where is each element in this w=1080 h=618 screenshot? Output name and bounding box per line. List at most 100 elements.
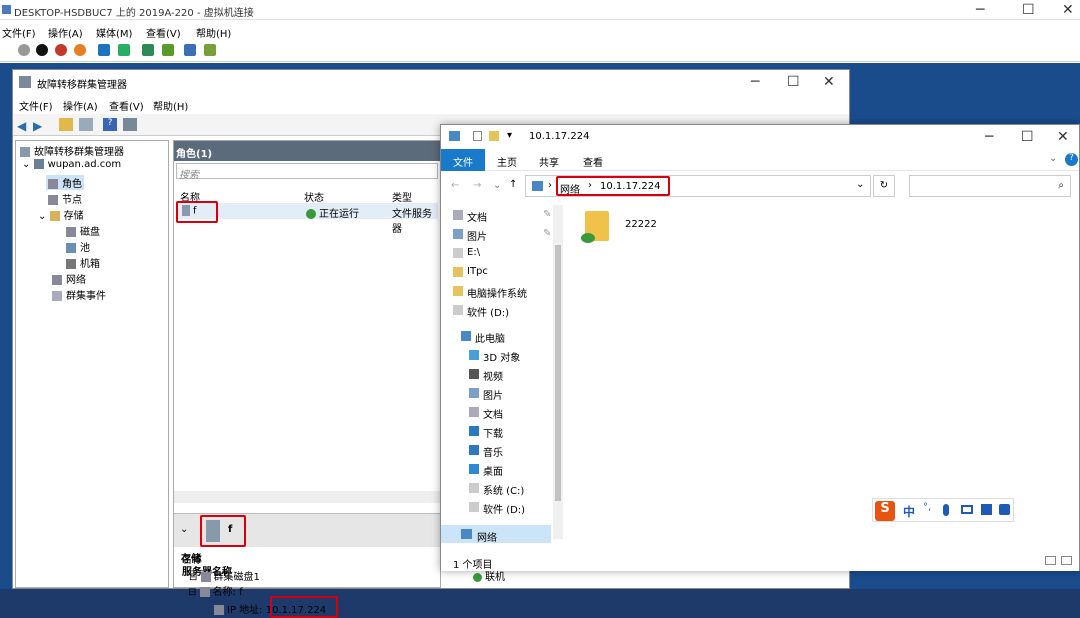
tree-item-networks[interactable]: 网络: [52, 271, 86, 286]
pin-icon[interactable]: ✎: [543, 228, 551, 239]
nav-item-music[interactable]: 音乐: [469, 444, 503, 459]
forward-icon[interactable]: ▶: [33, 119, 42, 133]
vm-menu-view[interactable]: 查看(V): [146, 25, 181, 40]
punctuation-icon[interactable]: °,: [923, 502, 931, 513]
tab-home[interactable]: 主页: [497, 154, 517, 169]
tab-file[interactable]: 文件: [441, 149, 485, 171]
microphone-icon[interactable]: [943, 504, 949, 516]
up-folder-icon[interactable]: [59, 118, 73, 131]
checkpoint-icon[interactable]: [142, 44, 154, 56]
scrollbar-thumb[interactable]: [555, 245, 561, 501]
forward-icon[interactable]: →: [473, 180, 481, 191]
enhanced-session-icon[interactable]: [184, 44, 196, 56]
collapse-icon[interactable]: ⊟: [189, 572, 201, 583]
tree-cluster[interactable]: ⌄ wupan.ad.com: [22, 159, 121, 170]
help-icon[interactable]: ?: [103, 118, 117, 131]
nav-item-documents-pc[interactable]: 文档: [469, 406, 503, 421]
expand-icon[interactable]: ⌄: [22, 159, 34, 170]
properties-icon[interactable]: [473, 131, 482, 141]
collapse-icon[interactable]: ⌄: [180, 524, 188, 535]
fcm-menu-view[interactable]: 查看(V): [109, 98, 144, 113]
tab-share[interactable]: 共享: [539, 154, 559, 169]
horizontal-scrollbar[interactable]: [174, 491, 440, 503]
nav-scrollbar[interactable]: [553, 205, 563, 539]
vm-close-button[interactable]: ✕: [1062, 2, 1074, 18]
fcm-maximize-button[interactable]: ☐: [787, 74, 800, 90]
refresh-icon[interactable]: ↻: [873, 175, 895, 197]
nav-item-downloads[interactable]: 下载: [469, 425, 503, 440]
shutdown-icon[interactable]: [55, 44, 67, 56]
tree-item-disks[interactable]: 磁盘: [66, 223, 100, 238]
vm-menu-action[interactable]: 操作(A): [48, 25, 83, 40]
nav-item-e-drive[interactable]: E:\: [453, 247, 480, 258]
vm-menu-file[interactable]: 文件(F): [2, 25, 36, 40]
expand-icon[interactable]: ⌄: [38, 211, 50, 222]
vm-menu-help[interactable]: 帮助(H): [196, 25, 231, 40]
pause-icon[interactable]: [98, 44, 110, 56]
tab-view[interactable]: 查看: [583, 154, 603, 169]
nav-item-pictures-pc[interactable]: 图片: [469, 387, 503, 402]
nav-item-videos[interactable]: 视频: [469, 368, 503, 383]
fcm-menu-help[interactable]: 帮助(H): [153, 98, 188, 113]
back-icon[interactable]: ◀: [17, 119, 26, 133]
new-folder-icon[interactable]: [489, 131, 499, 141]
nav-item-c-drive[interactable]: 系统 (C:): [469, 482, 524, 497]
address-dropdown-icon[interactable]: ⌄: [856, 179, 864, 190]
ribbon-expand-icon[interactable]: ⌄: [1049, 153, 1057, 164]
help-icon[interactable]: ?: [1065, 153, 1078, 166]
disk-row[interactable]: ⊟ 群集磁盘1: [189, 568, 260, 583]
sogou-logo-icon[interactable]: S: [875, 501, 895, 521]
share-icon[interactable]: [204, 44, 216, 56]
search-input[interactable]: 搜索: [176, 163, 438, 181]
details-view-icon[interactable]: [1045, 556, 1056, 565]
start-icon[interactable]: [118, 44, 130, 56]
nav-item-itpc[interactable]: ITpc: [453, 266, 488, 277]
recent-dropdown-icon[interactable]: ⌄: [493, 180, 501, 191]
revert-icon[interactable]: [162, 44, 174, 56]
nav-item-os[interactable]: 电脑操作系统: [453, 285, 527, 300]
console-tree-icon[interactable]: [79, 118, 93, 131]
tree-item-events[interactable]: 群集事件: [52, 287, 106, 302]
large-icons-view-icon[interactable]: [1061, 556, 1072, 565]
fcm-menu-file[interactable]: 文件(F): [19, 98, 53, 113]
quick-access-dropdown-icon[interactable]: ▾: [507, 130, 512, 141]
nav-item-documents[interactable]: 文档 ✎: [453, 209, 551, 224]
folder-item[interactable]: 22222: [581, 211, 661, 255]
nav-item-this-pc[interactable]: 此电脑: [461, 330, 505, 345]
explorer-close-button[interactable]: ✕: [1057, 129, 1069, 145]
nav-item-pictures[interactable]: 图片 ✎: [453, 228, 551, 243]
stop-icon[interactable]: [36, 44, 48, 56]
explorer-maximize-button[interactable]: ☐: [1021, 129, 1034, 145]
column-header-type[interactable]: 类型: [392, 189, 412, 204]
tree-item-pools[interactable]: 池: [66, 239, 90, 254]
nav-item-desktop[interactable]: 桌面: [469, 463, 503, 478]
column-header-status[interactable]: 状态: [304, 189, 324, 204]
search-input[interactable]: ⌕: [909, 175, 1071, 197]
fcm-menu-action[interactable]: 操作(A): [63, 98, 98, 113]
tree-item-storage[interactable]: ⌄ 存储: [38, 207, 84, 222]
back-icon[interactable]: ←: [451, 180, 459, 191]
fcm-close-button[interactable]: ✕: [823, 74, 835, 90]
skin-icon[interactable]: [981, 504, 992, 515]
toolbox-icon[interactable]: [999, 504, 1010, 515]
ime-mode-label[interactable]: 中: [903, 503, 915, 520]
tree-item-nodes[interactable]: 节点: [48, 191, 82, 206]
up-icon[interactable]: ↑: [509, 179, 517, 190]
vm-maximize-button[interactable]: ☐: [1022, 2, 1035, 18]
pin-icon[interactable]: ✎: [543, 209, 551, 220]
nav-item-d-drive-pc[interactable]: 软件 (D:): [469, 501, 525, 516]
keyboard-icon[interactable]: [961, 505, 973, 514]
ctrl-alt-del-icon[interactable]: [18, 44, 30, 56]
explorer-minimize-button[interactable]: ─: [985, 129, 993, 145]
fcm-minimize-button[interactable]: ─: [751, 74, 759, 90]
show-hide-icon[interactable]: [123, 118, 137, 131]
tree-item-enclosures[interactable]: 机箱: [66, 255, 100, 270]
nav-item-d-drive[interactable]: 软件 (D:): [453, 304, 509, 319]
power-icon[interactable]: [74, 44, 86, 56]
tree-root[interactable]: 故障转移群集管理器: [20, 143, 124, 158]
vm-menu-media[interactable]: 媒体(M): [96, 25, 132, 40]
vm-minimize-button[interactable]: ─: [976, 2, 984, 18]
nav-item-3d[interactable]: 3D 对象: [469, 349, 520, 364]
address-bar[interactable]: › 网络 › 10.1.17.224 ⌄: [525, 175, 871, 197]
nav-item-network[interactable]: 网络: [441, 525, 551, 544]
